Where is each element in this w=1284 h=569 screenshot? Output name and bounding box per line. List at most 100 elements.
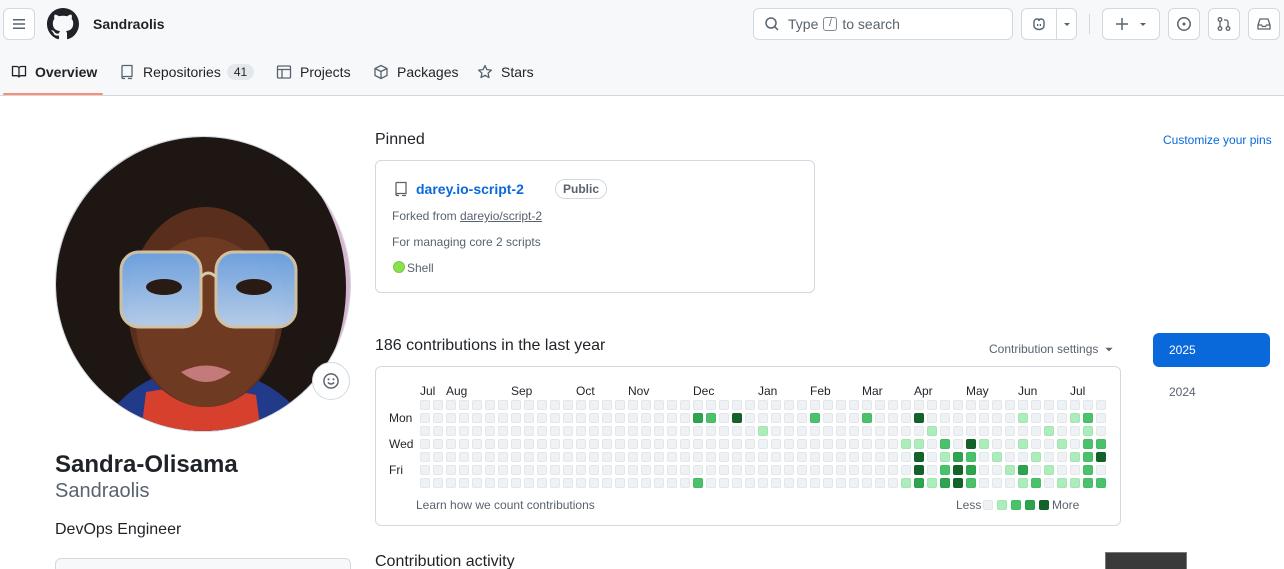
contribution-day-cell[interactable] xyxy=(420,426,430,436)
contribution-day-cell[interactable] xyxy=(914,465,924,475)
contribution-day-cell[interactable] xyxy=(979,439,989,449)
contribution-day-cell[interactable] xyxy=(615,426,625,436)
contribution-day-cell[interactable] xyxy=(810,465,820,475)
contribution-day-cell[interactable] xyxy=(433,452,443,462)
contribution-day-cell[interactable] xyxy=(680,478,690,488)
contribution-day-cell[interactable] xyxy=(914,400,924,410)
contribution-day-cell[interactable] xyxy=(836,400,846,410)
contribution-day-cell[interactable] xyxy=(1044,478,1054,488)
contribution-day-cell[interactable] xyxy=(1083,478,1093,488)
contribution-day-cell[interactable] xyxy=(758,426,768,436)
inbox-button[interactable] xyxy=(1248,8,1280,40)
contribution-day-cell[interactable] xyxy=(1005,413,1015,423)
contribution-day-cell[interactable] xyxy=(628,413,638,423)
contribution-day-cell[interactable] xyxy=(719,465,729,475)
contribution-day-cell[interactable] xyxy=(1031,400,1041,410)
contribution-day-cell[interactable] xyxy=(433,400,443,410)
contribution-day-cell[interactable] xyxy=(862,413,872,423)
contribution-day-cell[interactable] xyxy=(875,452,885,462)
tab-overview[interactable]: Overview xyxy=(11,60,97,84)
contribution-day-cell[interactable] xyxy=(472,426,482,436)
contribution-day-cell[interactable] xyxy=(732,400,742,410)
contribution-day-cell[interactable] xyxy=(745,400,755,410)
contribution-day-cell[interactable] xyxy=(524,439,534,449)
tab-packages[interactable]: Packages xyxy=(373,60,458,84)
contribution-day-cell[interactable] xyxy=(849,426,859,436)
contribution-day-cell[interactable] xyxy=(1057,452,1067,462)
contribution-day-cell[interactable] xyxy=(589,465,599,475)
contribution-day-cell[interactable] xyxy=(680,439,690,449)
contribution-day-cell[interactable] xyxy=(1070,439,1080,449)
contribution-day-cell[interactable] xyxy=(758,452,768,462)
contribution-day-cell[interactable] xyxy=(1018,439,1028,449)
contribution-day-cell[interactable] xyxy=(888,478,898,488)
contribution-day-cell[interactable] xyxy=(628,400,638,410)
contribution-day-cell[interactable] xyxy=(758,400,768,410)
contribution-day-cell[interactable] xyxy=(1096,452,1106,462)
contribution-day-cell[interactable] xyxy=(914,439,924,449)
contribution-day-cell[interactable] xyxy=(797,426,807,436)
contribution-day-cell[interactable] xyxy=(680,426,690,436)
contribution-day-cell[interactable] xyxy=(1096,426,1106,436)
contribution-day-cell[interactable] xyxy=(1070,478,1080,488)
contribution-day-cell[interactable] xyxy=(706,400,716,410)
contribution-day-cell[interactable] xyxy=(1057,465,1067,475)
contribution-day-cell[interactable] xyxy=(615,400,625,410)
contribution-day-cell[interactable] xyxy=(485,452,495,462)
contribution-day-cell[interactable] xyxy=(771,413,781,423)
contribution-day-cell[interactable] xyxy=(446,439,456,449)
contribution-day-cell[interactable] xyxy=(563,413,573,423)
contribution-day-cell[interactable] xyxy=(732,413,742,423)
contribution-day-cell[interactable] xyxy=(472,465,482,475)
contribution-day-cell[interactable] xyxy=(563,400,573,410)
avatar[interactable] xyxy=(55,136,351,432)
contribution-day-cell[interactable] xyxy=(1005,426,1015,436)
contribution-day-cell[interactable] xyxy=(654,400,664,410)
contribution-day-cell[interactable] xyxy=(1070,452,1080,462)
contribution-day-cell[interactable] xyxy=(901,413,911,423)
contribution-day-cell[interactable] xyxy=(849,465,859,475)
contribution-day-cell[interactable] xyxy=(1031,478,1041,488)
contribution-day-cell[interactable] xyxy=(940,452,950,462)
contribution-day-cell[interactable] xyxy=(641,439,651,449)
contribution-day-cell[interactable] xyxy=(862,400,872,410)
contribution-day-cell[interactable] xyxy=(498,426,508,436)
contribution-day-cell[interactable] xyxy=(1070,400,1080,410)
contribution-day-cell[interactable] xyxy=(498,413,508,423)
contribution-day-cell[interactable] xyxy=(1031,426,1041,436)
set-status-button[interactable] xyxy=(312,362,350,400)
contribution-day-cell[interactable] xyxy=(940,465,950,475)
contribution-day-cell[interactable] xyxy=(771,400,781,410)
contribution-day-cell[interactable] xyxy=(537,413,547,423)
contribution-day-cell[interactable] xyxy=(719,439,729,449)
contribution-day-cell[interactable] xyxy=(810,478,820,488)
contribution-day-cell[interactable] xyxy=(745,413,755,423)
contribution-day-cell[interactable] xyxy=(1096,413,1106,423)
menu-button[interactable] xyxy=(3,8,35,40)
pinned-repo-link[interactable]: darey.io-script-2 xyxy=(416,181,524,197)
contribution-day-cell[interactable] xyxy=(719,413,729,423)
contribution-day-cell[interactable] xyxy=(615,465,625,475)
contribution-day-cell[interactable] xyxy=(537,439,547,449)
contribution-day-cell[interactable] xyxy=(602,413,612,423)
contribution-day-cell[interactable] xyxy=(511,439,521,449)
contribution-day-cell[interactable] xyxy=(693,465,703,475)
contribution-day-cell[interactable] xyxy=(849,400,859,410)
contribution-day-cell[interactable] xyxy=(485,413,495,423)
contribution-day-cell[interactable] xyxy=(914,452,924,462)
contribution-day-cell[interactable] xyxy=(433,478,443,488)
contribution-day-cell[interactable] xyxy=(1057,478,1067,488)
contribution-day-cell[interactable] xyxy=(953,400,963,410)
contribution-day-cell[interactable] xyxy=(810,400,820,410)
contribution-day-cell[interactable] xyxy=(1044,439,1054,449)
contribution-day-cell[interactable] xyxy=(563,465,573,475)
contribution-day-cell[interactable] xyxy=(836,439,846,449)
contribution-day-cell[interactable] xyxy=(472,400,482,410)
contribution-day-cell[interactable] xyxy=(524,400,534,410)
fork-source-link[interactable]: dareyio/script-2 xyxy=(460,209,542,223)
contribution-day-cell[interactable] xyxy=(576,400,586,410)
contribution-day-cell[interactable] xyxy=(641,413,651,423)
contribution-day-cell[interactable] xyxy=(732,452,742,462)
contribution-day-cell[interactable] xyxy=(602,478,612,488)
contribution-day-cell[interactable] xyxy=(966,478,976,488)
